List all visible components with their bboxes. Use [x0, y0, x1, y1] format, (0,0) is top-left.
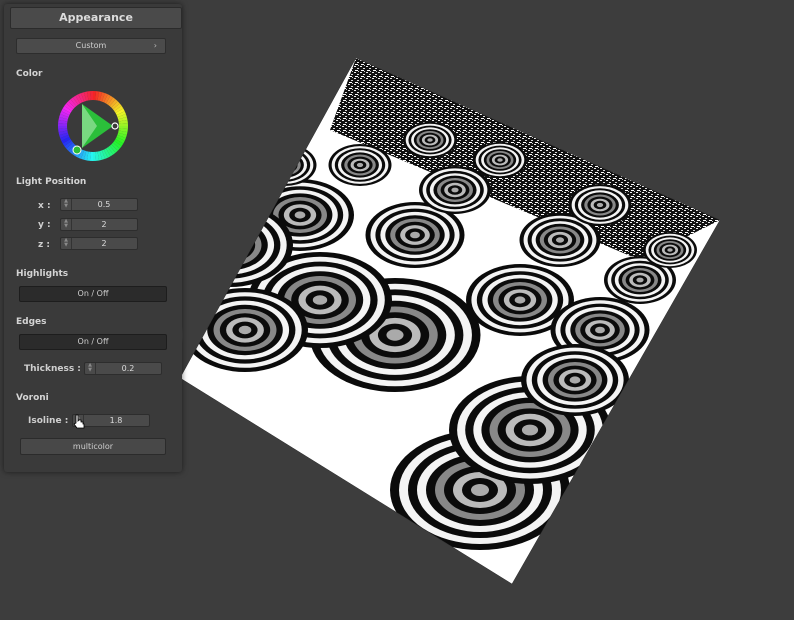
isoline-ring	[386, 329, 404, 341]
edges-toggle-button[interactable]: On / Off	[19, 334, 167, 350]
light-position-section-title: Light Position	[16, 177, 87, 187]
isoline-ring	[211, 232, 249, 258]
light-z-field[interactable]: ▲ ▼ 2	[60, 237, 138, 250]
thickness-label: Thickness :	[24, 364, 81, 374]
isoline-ring	[294, 211, 306, 219]
color-wheel-icon[interactable]	[57, 90, 129, 162]
light-x-field[interactable]: ▲ ▼ 0.5	[60, 198, 138, 211]
color-section-title: Color	[16, 69, 43, 79]
isoline-ring	[312, 295, 328, 305]
panel-title: Appearance	[10, 7, 182, 29]
isoline-ring	[595, 326, 605, 334]
light-x-value: 0.5	[97, 200, 111, 209]
isoline-ring	[497, 158, 503, 162]
highlights-toggle-button[interactable]: On / Off	[19, 286, 167, 302]
isoline-ring	[596, 202, 604, 208]
isoline-ring	[275, 158, 295, 172]
preset-label: Custom	[75, 41, 107, 50]
isoline-ring	[427, 138, 433, 142]
isoline-ring	[269, 154, 301, 176]
highlights-section-title: Highlights	[16, 269, 69, 279]
light-z-label: z :	[38, 240, 50, 250]
isoline-value: 1.8	[109, 416, 123, 425]
light-y-label: y :	[38, 220, 51, 230]
preset-dropdown[interactable]: Custom ›	[16, 38, 166, 54]
edges-section-title: Edges	[16, 317, 47, 327]
isoline-ring	[667, 248, 673, 252]
isoline-ring	[356, 162, 364, 168]
thickness-value: 0.2	[121, 364, 135, 373]
multicolor-button[interactable]: multicolor	[20, 438, 166, 455]
isoline-ring	[514, 296, 526, 304]
isoline-ring	[471, 484, 489, 496]
light-x-label: x :	[38, 201, 51, 211]
isoline-ring	[278, 160, 292, 170]
isoline-ring	[223, 240, 237, 250]
isoline-ring	[410, 231, 420, 239]
isoline-ring	[204, 228, 256, 262]
isoline-ring	[555, 237, 565, 243]
isoline-label: Isoline :	[28, 416, 69, 426]
isoline-ring	[238, 325, 252, 335]
voronoi-section-title: Voroni	[16, 393, 49, 403]
voronoi-plane[interactable]	[167, 50, 730, 590]
isoline-ring	[636, 277, 644, 283]
light-y-value: 2	[101, 220, 107, 229]
isoline-ring	[281, 162, 289, 168]
isoline-ring	[217, 236, 243, 254]
isoline-ring	[198, 224, 262, 266]
isoline-ring	[451, 187, 459, 193]
thickness-field[interactable]: ▲ ▼ 0.2	[84, 362, 162, 375]
isoline-ring	[569, 376, 581, 384]
hand-cursor-icon	[73, 414, 85, 429]
light-y-field[interactable]: ▲ ▼ 2	[60, 218, 138, 231]
chevron-right-icon: ›	[153, 41, 157, 50]
light-z-value: 2	[101, 239, 107, 248]
isoline-ring	[521, 424, 539, 436]
